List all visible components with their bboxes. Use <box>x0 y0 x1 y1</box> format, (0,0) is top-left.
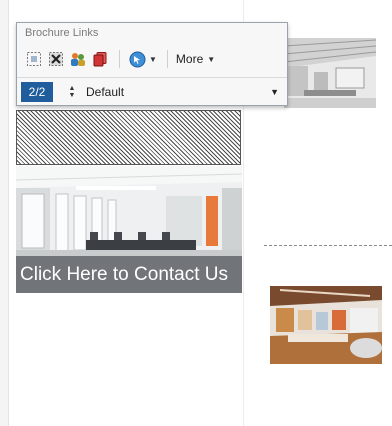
up-down-arrows-icon[interactable]: ▲ ▼ <box>67 85 77 99</box>
page-indicator-badge[interactable]: 2/2 <box>21 82 53 102</box>
delete-link-icon[interactable] <box>47 50 65 68</box>
dashed-divider <box>264 245 392 246</box>
navigate-arrow-icon[interactable] <box>128 50 146 68</box>
office-thumbnail-top[interactable] <box>284 38 376 108</box>
toolbar-icon-row: ▼ More ▼ <box>25 49 219 69</box>
chevron-down-icon[interactable]: ▼ <box>270 87 279 97</box>
toolbar-bottom-row: 2/2 ▲ ▼ Default ▼ <box>17 77 287 105</box>
navigate-dropdown-caret-icon[interactable]: ▼ <box>149 55 157 64</box>
layout-select-value: Default <box>86 85 125 99</box>
more-menu-button[interactable]: More ▼ <box>176 52 219 66</box>
office-thumbnail-bottom[interactable] <box>270 286 382 364</box>
layout-select[interactable]: ▲ ▼ Default ▼ <box>67 82 281 102</box>
more-label: More <box>175 52 204 66</box>
people-icon[interactable] <box>69 50 87 68</box>
hatched-placeholder-frame[interactable] <box>16 110 241 165</box>
contact-us-caption: Click Here to Contact Us <box>16 256 242 293</box>
brochure-links-toolbar: Brochure Links ▼ More ▼ 2/2 ▲ ▼ Default … <box>16 22 288 106</box>
select-frame-icon[interactable] <box>25 50 43 68</box>
left-margin-strip <box>0 0 9 426</box>
stack-red-icon[interactable] <box>91 50 109 68</box>
chevron-down-icon: ▼ <box>207 54 216 64</box>
toolbar-separator <box>166 50 168 68</box>
toolbar-separator <box>119 50 120 68</box>
toolbar-title: Brochure Links <box>25 27 99 39</box>
contact-us-promo-image[interactable]: Click Here to Contact Us <box>16 166 242 293</box>
